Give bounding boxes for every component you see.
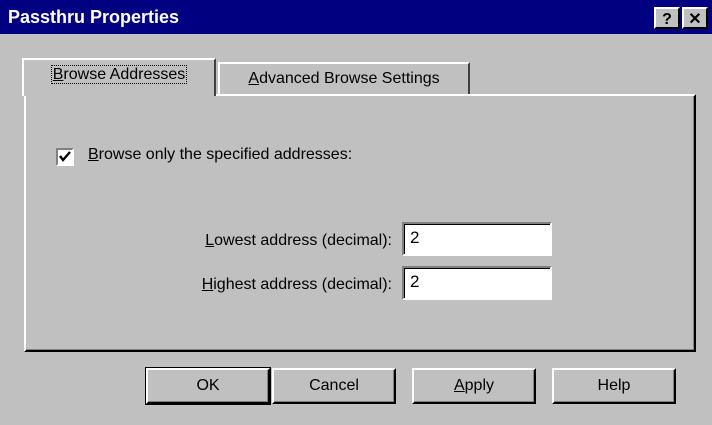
checkmark-icon: [59, 151, 71, 162]
highest-address-input[interactable]: 2: [402, 266, 552, 300]
properties-dialog: Passthru Properties ? ✕ Browse Addresses…: [0, 0, 712, 425]
lowest-address-input[interactable]: 2: [402, 222, 552, 256]
tab-advanced-browse-settings-label: Advanced Browse Settings: [248, 70, 440, 87]
highest-address-label: Highest address (decimal):: [201, 276, 392, 293]
window-title: Passthru Properties: [8, 7, 180, 27]
close-icon[interactable]: ✕: [682, 7, 708, 29]
tab-panel-browse-addresses: Browse only the specified addresses: Low…: [24, 94, 696, 352]
title-bar[interactable]: Passthru Properties ? ✕: [0, 0, 712, 34]
help-button[interactable]: Help: [552, 368, 676, 404]
tab-advanced-browse-settings[interactable]: Advanced Browse Settings: [218, 62, 470, 98]
help-icon[interactable]: ?: [654, 7, 680, 29]
browse-only-checkbox[interactable]: [56, 148, 74, 166]
cancel-button[interactable]: Cancel: [272, 368, 396, 404]
tab-browse-addresses-label: Browse Addresses: [50, 65, 188, 84]
browse-only-label[interactable]: Browse only the specified addresses:: [88, 146, 352, 164]
tab-browse-addresses[interactable]: Browse Addresses: [22, 58, 216, 96]
ok-button[interactable]: OK: [145, 367, 271, 405]
lowest-address-label: Lowest address (decimal):: [205, 232, 392, 249]
apply-button[interactable]: Apply: [412, 368, 536, 404]
